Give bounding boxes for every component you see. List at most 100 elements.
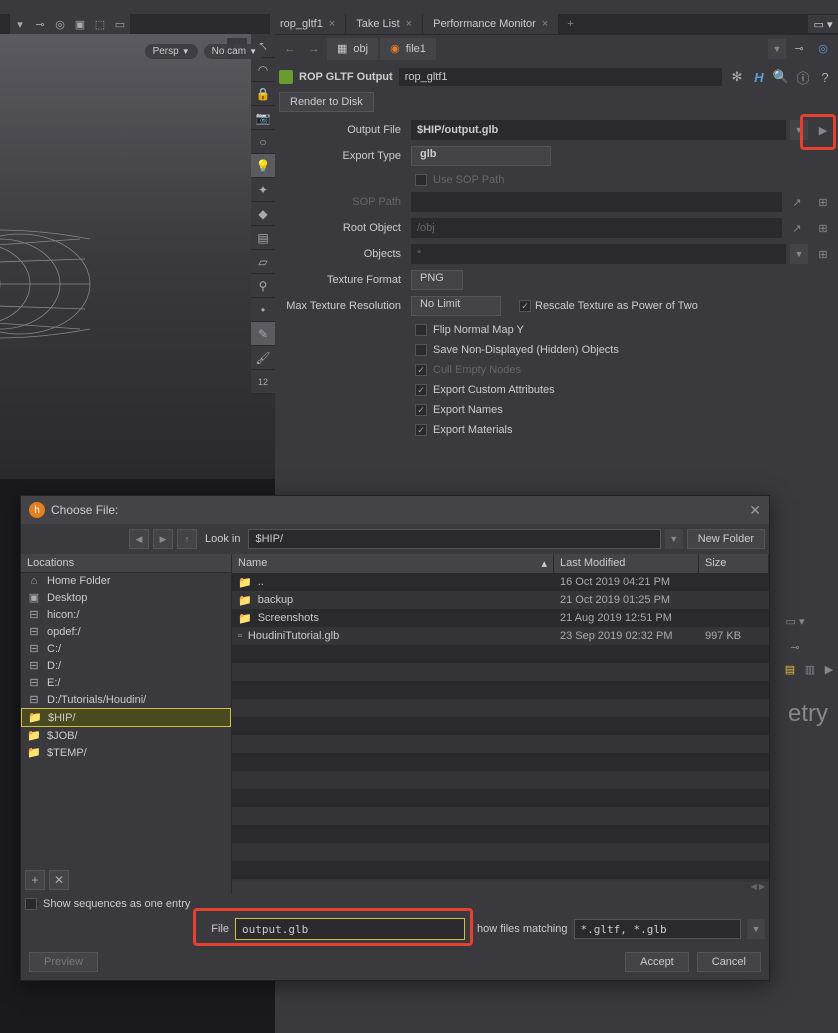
nav-fwd-icon[interactable]: ▶: [153, 529, 173, 549]
display-icon[interactable]: ▥: [800, 658, 820, 680]
pin-icon[interactable]: ⊸: [788, 38, 810, 60]
cancel-button[interactable]: Cancel: [697, 952, 761, 972]
tool-light-icon[interactable]: ○: [251, 130, 275, 154]
tab-perfmon[interactable]: Performance Monitor×: [423, 14, 558, 34]
close-icon[interactable]: ✕: [749, 502, 761, 519]
camera-dropdown[interactable]: No cam▼: [204, 44, 265, 59]
tool-bulb-icon[interactable]: 💡: [251, 154, 275, 178]
add-tab-icon[interactable]: +: [559, 18, 581, 30]
file-list[interactable]: 📁..16 Oct 2019 04:21 PM📁backup21 Oct 201…: [232, 573, 769, 882]
tool-layer-icon[interactable]: ▤: [251, 226, 275, 250]
nav-fwd-icon[interactable]: →: [303, 38, 325, 60]
file-match-input[interactable]: [574, 919, 742, 939]
tab-rop-gltf[interactable]: rop_gltf1×: [270, 14, 345, 34]
dropdown-icon[interactable]: ▼: [790, 244, 808, 264]
target-icon[interactable]: ◎: [812, 38, 834, 60]
note-icon[interactable]: ▤: [780, 658, 800, 680]
tool-brush-icon[interactable]: 🖌: [251, 346, 275, 370]
use-sop-checkbox[interactable]: [415, 174, 427, 186]
pane-corner[interactable]: ▭ ▾: [808, 15, 838, 33]
open-icon[interactable]: ↗: [786, 192, 808, 212]
lookin-input[interactable]: [248, 529, 660, 549]
location-item[interactable]: ⊟D:/Tutorials/Houdini/: [21, 691, 231, 708]
root-object-input[interactable]: [411, 218, 782, 238]
location-item[interactable]: ⊟hicon:/: [21, 606, 231, 623]
flip-normal-checkbox[interactable]: [415, 324, 427, 336]
tool-lasso-icon[interactable]: ◠: [251, 58, 275, 82]
preview-button[interactable]: Preview: [29, 952, 98, 972]
nav-back-icon[interactable]: ◀: [129, 529, 149, 549]
box-icon[interactable]: ▣: [70, 14, 90, 34]
close-icon[interactable]: ×: [329, 18, 335, 30]
location-item[interactable]: 📁$TEMP/: [21, 744, 231, 761]
gear-icon[interactable]: ✻: [728, 68, 746, 86]
file-row[interactable]: 📁..16 Oct 2019 04:21 PM: [232, 573, 769, 591]
capture-icon[interactable]: ▭: [110, 14, 130, 34]
location-item[interactable]: 📁$HIP/: [21, 708, 231, 727]
bc-dropdown-icon[interactable]: ▼: [768, 39, 786, 59]
tool-dot-icon[interactable]: •: [251, 298, 275, 322]
dropdown-icon[interactable]: ▼: [665, 529, 683, 549]
open-icon[interactable]: ↗: [786, 218, 808, 238]
tool-lock-icon[interactable]: 🔒: [251, 82, 275, 106]
export-custom-checkbox[interactable]: [415, 384, 427, 396]
locations-list[interactable]: ⌂Home Folder▣Desktop⊟hicon:/⊟opdef:/⊟C:/…: [21, 573, 231, 866]
node-name-input[interactable]: [399, 68, 722, 86]
target-icon[interactable]: ◎: [50, 14, 70, 34]
picker-icon[interactable]: ⊞: [812, 244, 834, 264]
file-row[interactable]: 📁Screenshots21 Aug 2019 12:51 PM: [232, 609, 769, 627]
nav-up-icon[interactable]: ↑: [177, 529, 197, 549]
info-icon[interactable]: ⓘ: [794, 68, 812, 86]
persp-dropdown[interactable]: Persp▼: [145, 44, 198, 59]
export-names-checkbox[interactable]: [415, 404, 427, 416]
file-name-input[interactable]: [235, 918, 465, 940]
location-item[interactable]: ⊟E:/: [21, 674, 231, 691]
help-icon[interactable]: ?: [816, 68, 834, 86]
search-icon[interactable]: 🔍: [772, 68, 790, 86]
location-item[interactable]: ▣Desktop: [21, 589, 231, 606]
location-item[interactable]: ⌂Home Folder: [21, 573, 231, 589]
h-node-icon[interactable]: H: [750, 68, 768, 86]
scrollbar[interactable]: ◀ ▶: [232, 882, 769, 894]
picker-icon[interactable]: ⊞: [812, 192, 834, 212]
location-item[interactable]: ⊟opdef:/: [21, 623, 231, 640]
new-folder-button[interactable]: New Folder: [687, 529, 765, 549]
dropdown-icon[interactable]: ▼: [747, 919, 765, 939]
cull-empty-checkbox[interactable]: [415, 364, 427, 376]
pin-icon[interactable]: ⊸: [30, 14, 50, 34]
export-mat-checkbox[interactable]: [415, 424, 427, 436]
tool-plane-icon[interactable]: ▱: [251, 250, 275, 274]
pin-icon[interactable]: ⊸: [780, 636, 810, 658]
render-button[interactable]: Render to Disk: [279, 92, 374, 112]
add-location-button[interactable]: +: [25, 870, 45, 890]
col-modified[interactable]: Last Modified: [554, 554, 699, 573]
location-item[interactable]: ⊟D:/: [21, 657, 231, 674]
tool-edit-icon[interactable]: ✎: [251, 322, 275, 346]
tool-12-icon[interactable]: 12: [251, 370, 275, 394]
tex-format-select[interactable]: PNG: [411, 270, 463, 290]
tab-take-list[interactable]: Take List×: [346, 14, 422, 34]
pane-corner-icon[interactable]: ▭ ▾: [780, 610, 810, 632]
viewport-dropdown-icon[interactable]: ▾: [10, 14, 30, 34]
breadcrumb-obj[interactable]: ▦obj: [327, 38, 378, 60]
objects-input[interactable]: [411, 244, 786, 264]
remove-location-button[interactable]: ✕: [49, 870, 69, 890]
close-icon[interactable]: ×: [542, 18, 548, 30]
file-row[interactable]: ▫HoudiniTutorial.glb23 Sep 2019 02:32 PM…: [232, 627, 769, 645]
viewport-3d[interactable]: Persp▼ No cam▼ ⚙ ?: [0, 34, 275, 479]
picker-icon[interactable]: ⊞: [812, 218, 834, 238]
file-row[interactable]: 📁backup21 Oct 2019 01:25 PM: [232, 591, 769, 609]
show-seq-checkbox[interactable]: [25, 898, 37, 910]
nav-back-icon[interactable]: ←: [279, 38, 301, 60]
location-item[interactable]: 📁$JOB/: [21, 727, 231, 744]
accept-button[interactable]: Accept: [625, 952, 689, 972]
dialog-titlebar[interactable]: h Choose File: ✕: [21, 496, 769, 524]
close-icon[interactable]: ×: [406, 18, 412, 30]
rescale-checkbox[interactable]: [519, 300, 531, 312]
tool-plus-icon[interactable]: ✦: [251, 178, 275, 202]
max-res-select[interactable]: No Limit: [411, 296, 501, 316]
col-size[interactable]: Size: [699, 554, 769, 573]
export-type-select[interactable]: glb: [411, 146, 551, 166]
tool-anchor-icon[interactable]: ⚲: [251, 274, 275, 298]
dropdown-icon[interactable]: ▼: [790, 120, 808, 140]
